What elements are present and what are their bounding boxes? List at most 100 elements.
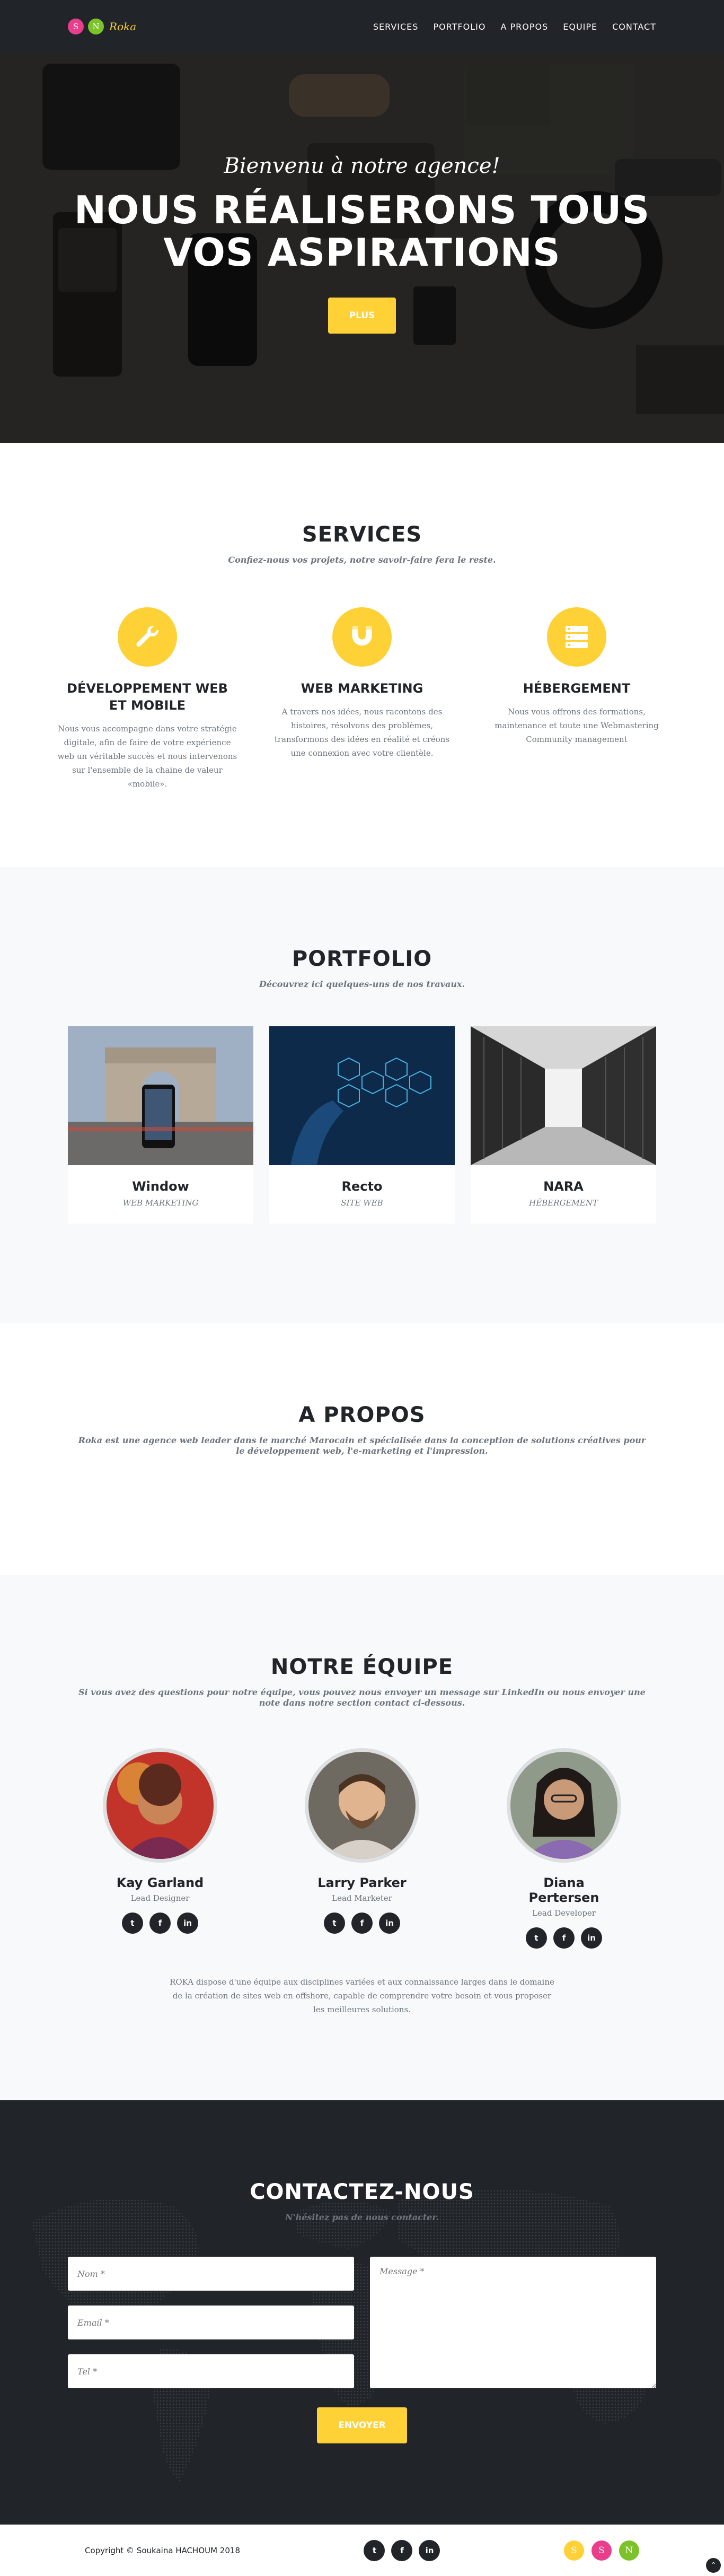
team-heading: NOTRE ÉQUIPE [270, 1655, 454, 1679]
service-card: HÉBERGEMENT Nous vous offrons des format… [485, 607, 668, 791]
facebook-icon[interactable]: f [351, 1913, 373, 1934]
logo-n-badge: N [88, 19, 104, 34]
portfolio-subheading: Découvrez ici quelques-uns de nos travau… [259, 979, 465, 989]
portfolio-section: PORTFOLIO Découvrez ici quelques-uns de … [0, 867, 724, 1323]
hero-heading-line1: NOUS RÉALISERONS TOUS [74, 188, 650, 232]
scroll-top-icon[interactable]: ⌃ [706, 2558, 721, 2573]
services-heading: SERVICES [302, 522, 422, 547]
logo-s-badge: S [68, 19, 84, 34]
contact-heading: CONTACTEZ-NOUS [250, 2180, 474, 2204]
member-social: t f in [507, 1927, 621, 1949]
about-heading: A PROPOS [298, 1403, 426, 1427]
hero-heading-line2: VOS ASPIRATIONS [163, 230, 561, 275]
facebook-icon[interactable]: f [553, 1927, 575, 1949]
portfolio-heading: PORTFOLIO [292, 947, 432, 971]
portfolio-category: SITE WEB [341, 1198, 383, 1208]
tel-field[interactable] [68, 2354, 354, 2388]
contact-form [0, 2257, 724, 2390]
portfolio-image-tech [269, 1026, 455, 1165]
portfolio-image-servers [471, 1026, 656, 1165]
server-icon [547, 607, 606, 667]
services-grid: DÉVELOPPEMENT WEB ET MOBILE Nous vous ac… [0, 607, 724, 791]
linkedin-icon[interactable]: in [379, 1913, 400, 1934]
services-subheading: Confiez-nous vos projets, notre savoir-f… [228, 555, 496, 565]
portfolio-category: HÉBERGEMENT [529, 1198, 598, 1208]
service-title: DÉVELOPPEMENT WEB ET MOBILE [67, 681, 228, 713]
contact-submit-wrap: ENVOYER [0, 2407, 724, 2443]
team-grid: Kay Garland Lead Designer t f in Larry P… [0, 1748, 724, 1949]
about-section: A PROPOS Roka est une agence web leader … [0, 1323, 724, 1575]
portfolio-grid: Window WEB MARKETING Recto SITE WEB NARA… [0, 1026, 724, 1224]
team-section: NOTRE ÉQUIPE Si vous avez des questions … [0, 1575, 724, 2100]
footer-logo-badge: N [619, 2540, 639, 2561]
linkedin-icon[interactable]: in [419, 2539, 440, 2561]
member-role: Lead Marketer [332, 1893, 392, 1903]
service-text: Nous vous offrons des formations, mainte… [495, 707, 659, 744]
about-text: Roka est une agence web leader dans le m… [78, 1435, 646, 1456]
nav-link-contact[interactable]: CONTACT [612, 22, 656, 32]
member-social: t f in [305, 1913, 419, 1934]
portfolio-title: Window [132, 1179, 189, 1194]
team-subheading: Si vous avez des questions pour notre éq… [78, 1687, 646, 1708]
portfolio-title: NARA [543, 1179, 584, 1194]
member-name: Diana Pertersen [528, 1875, 599, 1905]
member-name: Kay Garland [116, 1875, 204, 1890]
portfolio-title: Recto [341, 1179, 383, 1194]
twitter-icon[interactable]: t [324, 1913, 345, 1934]
member-role: Lead Developer [532, 1908, 596, 1918]
name-field[interactable] [68, 2257, 354, 2291]
nav-menu: SERVICES PORTFOLIO A PROPOS EQUIPE CONTA… [373, 22, 656, 32]
copyright-text: Copyright © Soukaina HACHOUM 2018 [85, 2545, 240, 2555]
portfolio-image-arc [68, 1026, 253, 1165]
team-member: Larry Parker Lead Marketer t f in [305, 1748, 419, 1949]
hero-content: Bienvenu à notre agence! NOUS RÉALISERON… [0, 154, 724, 334]
send-button[interactable]: ENVOYER [317, 2407, 407, 2443]
brand-logo[interactable]: S N Roka [68, 19, 136, 34]
avatar [305, 1748, 419, 1863]
email-field[interactable] [68, 2306, 354, 2339]
service-text: Nous vous accompagne dans votre stratégi… [57, 724, 237, 789]
footer-logo-badge: S [563, 2540, 584, 2561]
member-name: Larry Parker [317, 1875, 407, 1890]
hero-more-button[interactable]: PLUS [328, 298, 396, 334]
avatar [103, 1748, 217, 1863]
footer-social: t f in [364, 2539, 440, 2561]
service-card: DÉVELOPPEMENT WEB ET MOBILE Nous vous ac… [56, 607, 239, 791]
team-member: Kay Garland Lead Designer t f in [103, 1748, 217, 1949]
member-social: t f in [103, 1913, 217, 1934]
contact-fields-left [68, 2257, 354, 2390]
service-card: WEB MARKETING A travers nos idées, nous … [271, 607, 454, 791]
services-section: SERVICES Confiez-nous vos projets, notre… [0, 443, 724, 867]
linkedin-icon[interactable]: in [177, 1913, 198, 1934]
twitter-icon[interactable]: t [364, 2539, 385, 2561]
nav-link-equipe[interactable]: EQUIPE [563, 22, 597, 32]
navbar: S N Roka SERVICES PORTFOLIO A PROPOS EQU… [0, 0, 724, 53]
service-title: WEB MARKETING [301, 681, 423, 696]
message-field[interactable] [370, 2257, 656, 2388]
member-role: Lead Designer [130, 1893, 190, 1903]
brand-name: Roka [109, 20, 137, 33]
twitter-icon[interactable]: t [122, 1913, 143, 1934]
nav-link-services[interactable]: SERVICES [373, 22, 419, 32]
portfolio-item[interactable]: Window WEB MARKETING [68, 1026, 253, 1224]
linkedin-icon[interactable]: in [581, 1927, 602, 1949]
team-description: ROKA dispose d'une équipe aux discipline… [170, 1977, 554, 2014]
contact-section: CONTACTEZ-NOUS N'hésitez pas de nous con… [0, 2100, 724, 2525]
footer-logo-badge: S [591, 2540, 612, 2561]
avatar [507, 1748, 621, 1863]
portfolio-item[interactable]: NARA HÉBERGEMENT [471, 1026, 656, 1224]
contact-subheading: N'hésitez pas de nous contacter. [285, 2212, 439, 2222]
nav-link-apropos[interactable]: A PROPOS [500, 22, 548, 32]
portfolio-item[interactable]: Recto SITE WEB [269, 1026, 455, 1224]
service-text: A travers nos idées, nous racontons des … [274, 707, 450, 758]
portfolio-caption: Window WEB MARKETING [68, 1167, 253, 1224]
portfolio-caption: Recto SITE WEB [269, 1167, 455, 1224]
footer: Copyright © Soukaina HACHOUM 2018 t f in… [0, 2525, 724, 2576]
nav-link-portfolio[interactable]: PORTFOLIO [433, 22, 485, 32]
team-member: Diana Pertersen Lead Developer t f in [507, 1748, 621, 1949]
twitter-icon[interactable]: t [526, 1927, 547, 1949]
hero-section: Bienvenu à notre agence! NOUS RÉALISERON… [0, 0, 724, 443]
portfolio-category: WEB MARKETING [122, 1198, 199, 1208]
facebook-icon[interactable]: f [149, 1913, 171, 1934]
facebook-icon[interactable]: f [391, 2539, 413, 2561]
